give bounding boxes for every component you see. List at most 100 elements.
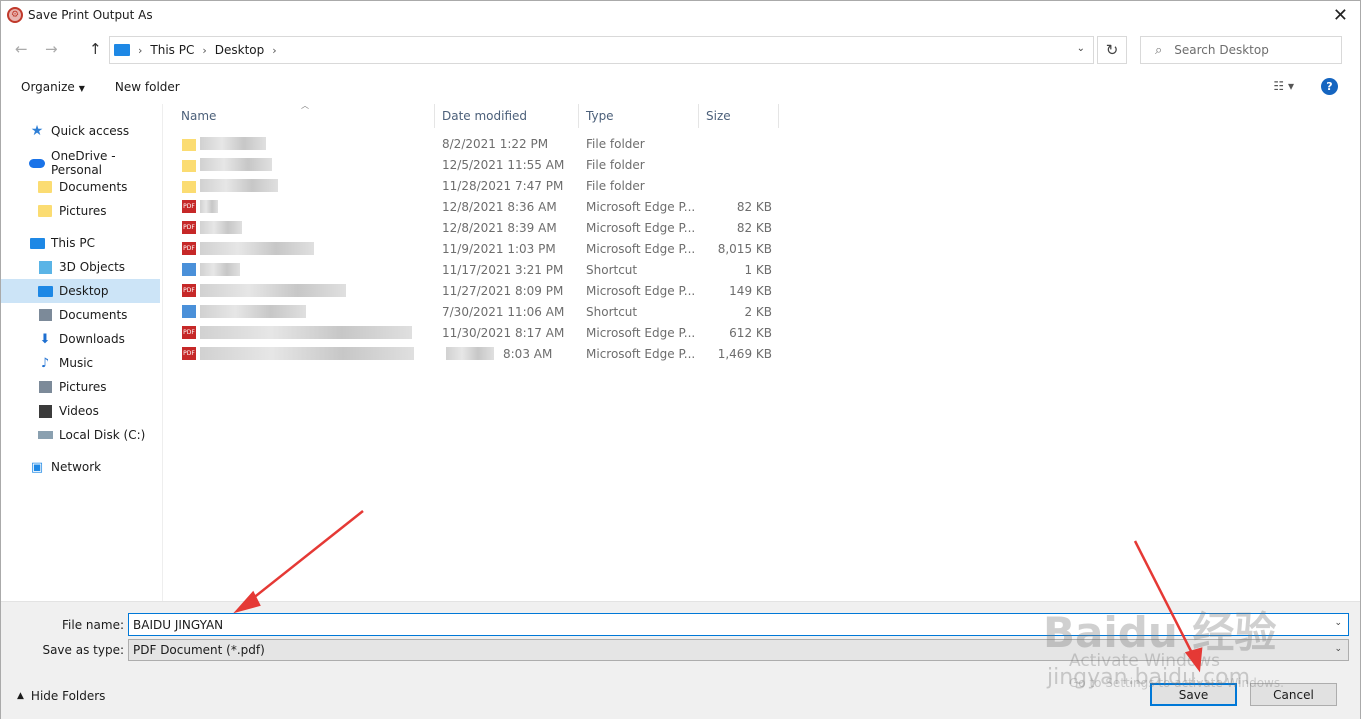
file-type: Microsoft Edge P... bbox=[586, 326, 696, 340]
sidebar-item-label: OneDrive - Personal bbox=[51, 149, 116, 177]
organize-label: Organize bbox=[21, 80, 75, 94]
save-type-value: PDF Document (*.pdf) bbox=[133, 643, 265, 657]
star-icon: ★ bbox=[30, 123, 44, 139]
file-date: 11/30/2021 8:17 AM bbox=[442, 326, 565, 340]
file-row[interactable]: PDF 11/9/2021 1:03 PM Microsoft Edge P..… bbox=[174, 239, 784, 260]
cloud-icon bbox=[29, 158, 45, 168]
file-row[interactable]: 8/2/2021 1:22 PM File folder bbox=[174, 134, 784, 155]
app-icon: ⚙ bbox=[7, 7, 23, 23]
organize-button[interactable]: Organize ▼ bbox=[21, 80, 85, 94]
file-type: File folder bbox=[586, 179, 645, 193]
file-row[interactable]: PDF 12/8/2021 8:36 AM Microsoft Edge P..… bbox=[174, 197, 784, 218]
cube-icon bbox=[38, 260, 52, 274]
file-size: 82 KB bbox=[736, 200, 772, 214]
sidebar-item-desktop[interactable]: Desktop bbox=[1, 279, 160, 303]
pdf-icon: PDF bbox=[182, 242, 196, 255]
file-row[interactable]: 11/28/2021 7:47 PM File folder bbox=[174, 176, 784, 197]
file-row[interactable]: 12/5/2021 11:55 AM File folder bbox=[174, 155, 784, 176]
save-type-select[interactable]: PDF Document (*.pdf) ⌄ bbox=[128, 639, 1349, 661]
chevron-down-icon[interactable]: ⌄ bbox=[1334, 618, 1342, 628]
caret-up-icon: ▲ bbox=[17, 691, 24, 701]
pdf-icon: PDF bbox=[182, 347, 196, 360]
sidebar-item-label: Documents bbox=[59, 308, 128, 322]
file-type: Microsoft Edge P... bbox=[586, 347, 696, 361]
file-row[interactable]: PDF 11/27/2021 8:09 PM Microsoft Edge P.… bbox=[174, 281, 784, 302]
sidebar-item-onedrive-documents[interactable]: Documents bbox=[1, 175, 160, 199]
sidebar-item-label: Quick access bbox=[51, 124, 130, 138]
sidebar-item-local-disk[interactable]: Local Disk (C:) bbox=[1, 423, 160, 447]
file-type: Microsoft Edge P... bbox=[586, 221, 696, 235]
file-size: 1 KB bbox=[744, 263, 772, 277]
folder-icon bbox=[38, 205, 52, 217]
help-icon[interactable]: ? bbox=[1321, 78, 1338, 95]
file-size: 2 KB bbox=[744, 305, 772, 319]
disk-icon bbox=[37, 431, 53, 439]
blurred-file-name bbox=[200, 179, 278, 192]
chevron-down-icon[interactable]: ⌄ bbox=[1077, 43, 1085, 54]
back-arrow-icon[interactable]: ← bbox=[15, 40, 28, 58]
save-type-label: Save as type: bbox=[42, 643, 124, 657]
forward-arrow-icon[interactable]: → bbox=[45, 40, 58, 58]
folder-icon bbox=[182, 181, 196, 193]
column-header-size[interactable]: Size bbox=[699, 104, 779, 128]
new-folder-button[interactable]: New folder bbox=[115, 80, 180, 94]
blurred-file-name bbox=[200, 242, 314, 255]
chevron-down-icon: ⌄ bbox=[1334, 644, 1342, 654]
sidebar-item-documents[interactable]: Documents bbox=[1, 303, 160, 327]
file-date: 11/28/2021 7:47 PM bbox=[442, 179, 564, 193]
refresh-button[interactable]: ↻ bbox=[1097, 36, 1127, 64]
search-icon: ⌕ bbox=[1155, 42, 1163, 58]
videos-icon bbox=[38, 404, 52, 418]
sidebar-item-music[interactable]: ♪ Music bbox=[1, 351, 160, 375]
documents-icon bbox=[38, 309, 52, 321]
sidebar-item-label: 3D Objects bbox=[59, 260, 126, 274]
caret-down-icon: ▼ bbox=[78, 84, 85, 93]
breadcrumb-this-pc[interactable]: This PC bbox=[150, 43, 194, 57]
search-placeholder: Search Desktop bbox=[1174, 43, 1269, 57]
this-pc-icon bbox=[114, 44, 130, 56]
save-form-panel: File name: BAIDU JINGYAN ⌄ Save as type:… bbox=[1, 601, 1360, 719]
sidebar-item-videos[interactable]: Videos bbox=[1, 399, 160, 423]
pictures-icon bbox=[38, 381, 52, 393]
sidebar-item-label: Desktop bbox=[59, 284, 109, 298]
blurred-file-name bbox=[200, 158, 272, 171]
file-date: 11/17/2021 3:21 PM bbox=[442, 263, 564, 277]
file-date: 12/5/2021 11:55 AM bbox=[442, 158, 565, 172]
sidebar-item-onedrive-pictures[interactable]: Pictures bbox=[1, 199, 160, 223]
column-header-type[interactable]: Type bbox=[579, 104, 699, 128]
pdf-icon: PDF bbox=[182, 284, 196, 297]
sidebar-item-quick-access[interactable]: ★ Quick access bbox=[1, 119, 160, 143]
sidebar-item-label: Videos bbox=[59, 404, 99, 418]
sidebar-item-this-pc[interactable]: This PC bbox=[1, 231, 160, 255]
address-bar[interactable]: › This PC › Desktop › ⌄ bbox=[109, 36, 1094, 64]
file-row[interactable]: PDF 11/30/2021 8:17 AM Microsoft Edge P.… bbox=[174, 323, 784, 344]
file-row[interactable]: 11/17/2021 3:21 PM Shortcut 1 KB bbox=[174, 260, 784, 281]
breadcrumb-desktop[interactable]: Desktop bbox=[215, 43, 265, 57]
sidebar-item-pictures[interactable]: Pictures bbox=[1, 375, 160, 399]
blurred-date bbox=[446, 347, 494, 360]
file-row[interactable]: 7/30/2021 11:06 AM Shortcut 2 KB bbox=[174, 302, 784, 323]
search-input[interactable]: ⌕ Search Desktop bbox=[1140, 36, 1342, 64]
chevron-right-icon[interactable]: › bbox=[272, 44, 276, 57]
file-row[interactable]: PDF 12/8/2021 8:39 AM Microsoft Edge P..… bbox=[174, 218, 784, 239]
sidebar-item-downloads[interactable]: ⬇ Downloads bbox=[1, 327, 160, 351]
sidebar-item-onedrive[interactable]: OneDrive - Personal bbox=[1, 149, 160, 177]
file-date: 7/30/2021 11:06 AM bbox=[442, 305, 565, 319]
save-button[interactable]: Save bbox=[1150, 683, 1237, 706]
up-arrow-icon[interactable]: ↑ bbox=[89, 40, 102, 58]
file-size: 82 KB bbox=[736, 221, 772, 235]
hide-folders-button[interactable]: ▲ Hide Folders bbox=[17, 689, 105, 703]
close-icon[interactable]: ✕ bbox=[1333, 5, 1348, 26]
file-row[interactable]: PDF 8:03 AM Microsoft Edge P... 1,469 KB bbox=[174, 344, 784, 365]
folder-icon bbox=[182, 160, 196, 172]
column-header-date[interactable]: Date modified bbox=[435, 104, 579, 128]
view-options-icon[interactable]: ☷ ▾ bbox=[1273, 79, 1294, 93]
cancel-button[interactable]: Cancel bbox=[1250, 683, 1337, 706]
sidebar-item-network[interactable]: ▣ Network bbox=[1, 455, 160, 479]
file-list: ︿ Name Date modified Type Size 8/2/2021 … bbox=[174, 101, 1354, 601]
sidebar-item-3d-objects[interactable]: 3D Objects bbox=[1, 255, 160, 279]
column-header-name[interactable]: Name bbox=[174, 104, 435, 128]
file-date: 11/9/2021 1:03 PM bbox=[442, 242, 556, 256]
blurred-file-name bbox=[200, 137, 266, 150]
file-name-field[interactable]: BAIDU JINGYAN ⌄ bbox=[128, 613, 1349, 636]
